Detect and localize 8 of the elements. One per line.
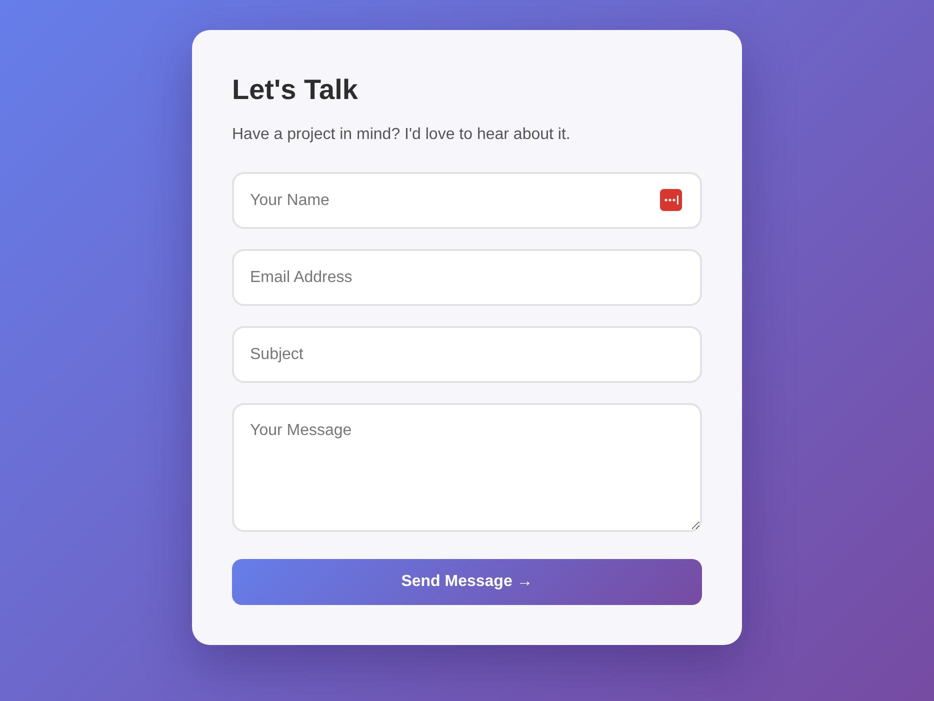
text-field[interactable]: Your Name [232,172,702,229]
message-field[interactable]: Your Message [232,403,702,532]
password-manager-icon[interactable] [660,189,682,211]
form-subtitle: Have a project in mind? I'd love to hear about it. [232,125,572,145]
send-message-button[interactable]: Send Message → [232,559,702,605]
text-field[interactable]: Subject [232,326,702,383]
text-field[interactable]: Email Address [232,249,702,306]
form-title: Let's Talk [232,73,359,107]
